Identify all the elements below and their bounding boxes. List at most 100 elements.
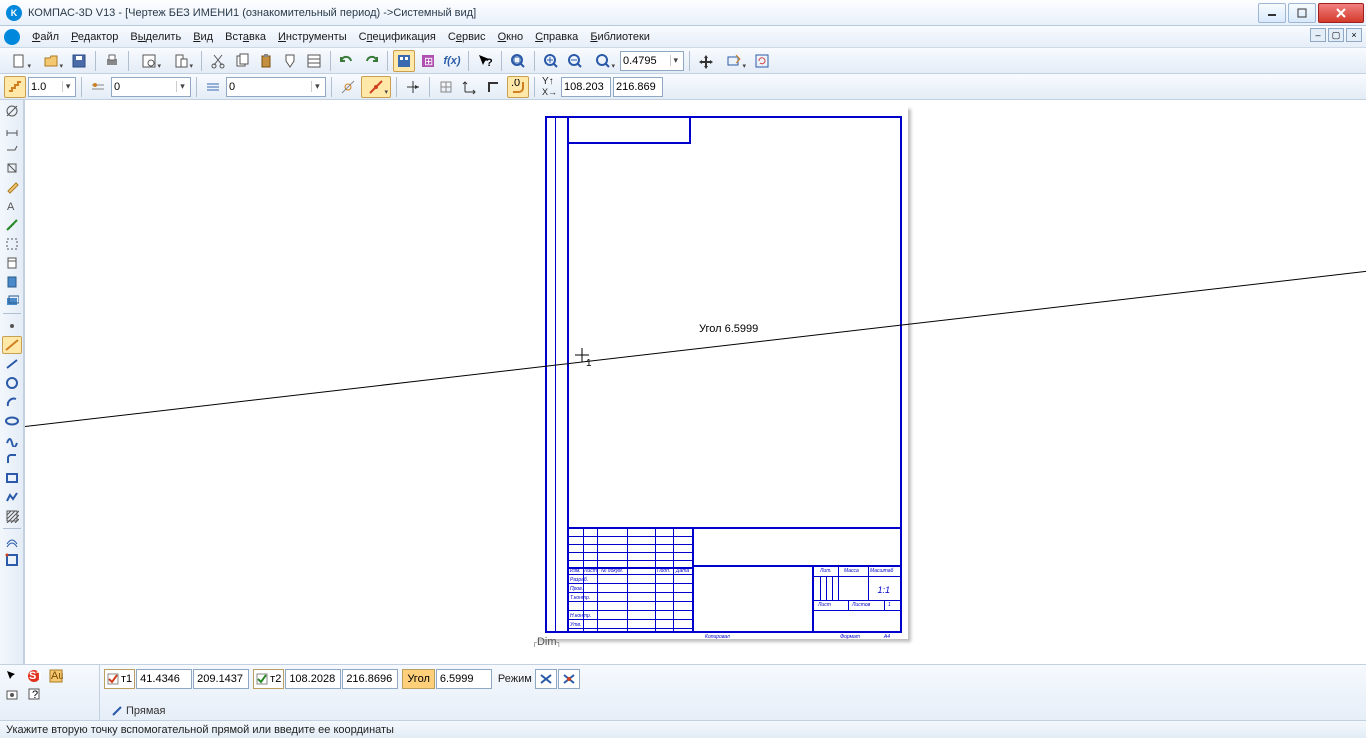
collect-contour-tool[interactable] <box>2 551 22 569</box>
zoom-prev-button[interactable] <box>719 50 749 72</box>
rectangle-tool[interactable] <box>2 469 22 487</box>
lcs-button[interactable] <box>459 76 481 98</box>
snap-end-button[interactable] <box>337 76 359 98</box>
arc-tool[interactable] <box>2 393 22 411</box>
fx-button[interactable]: f(x) <box>441 50 463 72</box>
zoom-out-button[interactable] <box>564 50 586 72</box>
t2-x[interactable] <box>285 669 341 689</box>
step-icon[interactable] <box>4 76 26 98</box>
polyline-tool[interactable] <box>2 488 22 506</box>
menu-edit[interactable]: Редактор <box>65 29 124 45</box>
menu-service[interactable]: Сервис <box>442 29 492 45</box>
menu-spec[interactable]: Спецификация <box>353 29 442 45</box>
zoom-arrow[interactable]: ▾ <box>670 55 681 66</box>
zoom-fit-button[interactable] <box>507 50 529 72</box>
t2-checkbox[interactable]: т2 <box>253 669 284 689</box>
properties-button[interactable] <box>303 50 325 72</box>
hatch-tool[interactable] <box>2 507 22 525</box>
maximize-button[interactable] <box>1288 3 1316 23</box>
help-obj-button[interactable]: ? <box>24 685 44 703</box>
coord-y-box[interactable] <box>613 77 663 97</box>
pan-button[interactable] <box>695 50 717 72</box>
measure-panel-icon[interactable] <box>2 216 22 234</box>
property-tab[interactable]: Прямая <box>106 704 172 718</box>
preview-button[interactable] <box>134 50 164 72</box>
page-setup-button[interactable] <box>166 50 196 72</box>
t2-y[interactable] <box>342 669 398 689</box>
menu-select[interactable]: Выделить <box>124 29 187 45</box>
auto-create-button[interactable]: Auto <box>46 667 66 685</box>
aux-line-tool[interactable] <box>2 336 22 354</box>
cut-button[interactable] <box>207 50 229 72</box>
step-value[interactable] <box>31 81 62 93</box>
equidistant-tool[interactable] <box>2 532 22 550</box>
coord-x-box[interactable] <box>561 77 611 97</box>
mdi-restore[interactable]: ▢ <box>1328 28 1344 42</box>
print-button[interactable] <box>101 50 123 72</box>
views-panel-icon[interactable] <box>2 292 22 310</box>
t1-x[interactable] <box>136 669 192 689</box>
menu-file[interactable]: Файл <box>26 29 65 45</box>
dim-panel-icon[interactable] <box>2 121 22 139</box>
format-painter-button[interactable] <box>279 50 301 72</box>
zoom-value[interactable] <box>623 55 670 67</box>
angle-value[interactable] <box>436 669 492 689</box>
fillet-tool[interactable] <box>2 450 22 468</box>
geom-panel-icon[interactable] <box>2 102 22 120</box>
undo-button[interactable] <box>336 50 358 72</box>
mdi-app-icon[interactable] <box>4 29 20 45</box>
mdi-minimize[interactable]: – <box>1310 28 1326 42</box>
segment-tool[interactable] <box>2 355 22 373</box>
grid-button[interactable] <box>435 76 457 98</box>
linestyle-icon[interactable] <box>202 76 224 98</box>
circle-tool[interactable] <box>2 374 22 392</box>
create-object-button[interactable] <box>2 667 22 685</box>
redo-button[interactable] <box>360 50 382 72</box>
menu-libs[interactable]: Библиотеки <box>584 29 656 45</box>
spline-tool[interactable] <box>2 431 22 449</box>
menu-window[interactable]: Окно <box>492 29 530 45</box>
zoom-window-button[interactable] <box>588 50 618 72</box>
coord-y-value[interactable] <box>616 81 660 93</box>
point-tool[interactable] <box>2 317 22 335</box>
zoom-in-button[interactable] <box>540 50 562 72</box>
edit-panel-icon[interactable] <box>2 178 22 196</box>
copy-button[interactable] <box>231 50 253 72</box>
menu-insert[interactable]: Вставка <box>219 29 272 45</box>
zoom-combo[interactable]: ▾ <box>620 51 684 71</box>
interrupt-button[interactable]: STOP <box>24 667 44 685</box>
layer-state-icon[interactable] <box>87 76 109 98</box>
ortho-x-button[interactable] <box>402 76 424 98</box>
menu-view[interactable]: Вид <box>187 29 219 45</box>
mdi-close[interactable]: × <box>1346 28 1362 42</box>
redraw-button[interactable] <box>751 50 773 72</box>
drawing-canvas[interactable]: Изм. Лист № докум. Подп. Дата Разраб. Пр… <box>24 100 1366 664</box>
ellipse-tool[interactable] <box>2 412 22 430</box>
help-cursor-button[interactable]: ? <box>474 50 496 72</box>
minimize-button[interactable] <box>1258 3 1286 23</box>
coord-x-value[interactable] <box>564 81 608 93</box>
menu-help[interactable]: Справка <box>529 29 584 45</box>
construct-panel-icon[interactable] <box>2 159 22 177</box>
snap-active-button[interactable] <box>361 76 391 98</box>
new-button[interactable] <box>4 50 34 72</box>
menu-tools[interactable]: Инструменты <box>272 29 353 45</box>
manager-button[interactable] <box>393 50 415 72</box>
variables-button[interactable]: ⊞ <box>417 50 439 72</box>
param-panel-icon[interactable]: A <box>2 197 22 215</box>
mode-no-intersect[interactable] <box>535 669 557 689</box>
mode-intersect[interactable] <box>558 669 580 689</box>
ortho-button[interactable] <box>483 76 505 98</box>
t1-y[interactable] <box>193 669 249 689</box>
paste-button[interactable] <box>255 50 277 72</box>
round-button[interactable]: .0 <box>507 76 529 98</box>
step-combo[interactable]: ▾ <box>28 77 76 97</box>
save-button[interactable] <box>68 50 90 72</box>
spec-panel-icon[interactable] <box>2 254 22 272</box>
notation-panel-icon[interactable] <box>2 140 22 158</box>
report-panel-icon[interactable] <box>2 273 22 291</box>
layer-value[interactable] <box>114 81 176 93</box>
linestyle-value[interactable] <box>229 81 311 93</box>
remember-state-button[interactable] <box>2 685 22 703</box>
t1-checkbox[interactable]: т1 <box>104 669 135 689</box>
